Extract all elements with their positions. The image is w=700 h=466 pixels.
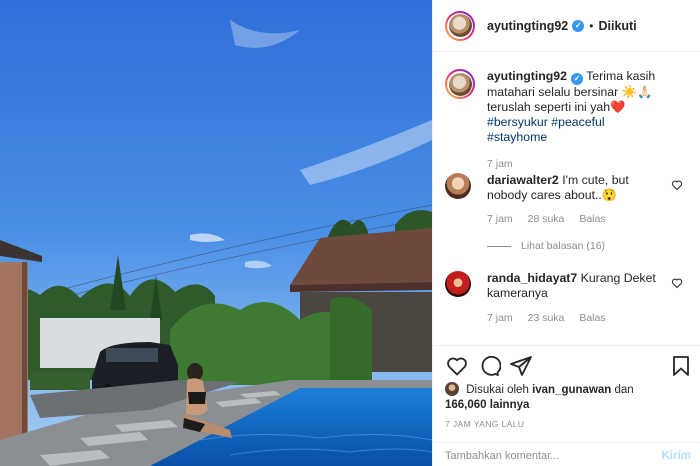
paper-plane-icon[interactable] — [509, 354, 533, 378]
verified-badge-icon: ✓ — [570, 73, 583, 85]
comment-like-count[interactable]: 23 suka — [528, 312, 565, 324]
caption-username[interactable]: ayutingting92 — [487, 69, 567, 83]
liked-by-summary: Disukai oleh ivan_gunawan dan 166,060 la… — [445, 382, 691, 413]
comment-time[interactable]: 7 jam — [487, 213, 513, 225]
post-sidebar: ayutingting92 ✓ • Diikuti ayutingting92 ✓… — [432, 0, 700, 466]
comment-time[interactable]: 7 jam — [487, 312, 513, 324]
liked-by-prefix: Disukai oleh — [466, 384, 529, 396]
comment-like-count[interactable]: 28 suka — [528, 213, 565, 225]
add-comment-bar: Kirim — [433, 442, 700, 466]
post-timestamp[interactable]: 7 JAM YANG LALU — [445, 419, 524, 429]
caption-text: ayutingting92 ✓ Terima kasih matahari sel… — [487, 69, 667, 145]
comment-like-heart-icon[interactable] — [671, 179, 683, 191]
post-actions-section: Disukai oleh ivan_gunawan dan 166,060 la… — [433, 345, 700, 465]
follow-status-button[interactable]: Diikuti — [598, 19, 636, 33]
pool-scene-image — [0, 0, 432, 466]
comments-list[interactable]: ayutingting92 ✓ Terima kasih matahari sel… — [433, 53, 700, 345]
caption-time[interactable]: 7 jam — [487, 158, 513, 170]
reply-button[interactable]: Balas — [579, 213, 605, 225]
caption-meta: 7 jam — [487, 158, 525, 170]
commenter-avatar[interactable] — [445, 173, 471, 199]
post-header: ayutingting92 ✓ • Diikuti — [433, 0, 700, 52]
comment-meta: 7 jam 28 suka Balas — [487, 213, 618, 225]
likes-count[interactable]: 166,060 lainnya — [445, 399, 529, 411]
comment-meta: 7 jam 23 suka Balas — [487, 312, 618, 324]
comment-bubble-icon[interactable] — [477, 354, 501, 378]
comment-input[interactable] — [445, 448, 645, 464]
liker-avatar[interactable] — [445, 382, 459, 396]
comment-text: randa_hidayat7 Kurang Deket kameranya — [487, 271, 667, 301]
verified-badge-icon: ✓ — [572, 19, 585, 32]
caption-author-avatar[interactable] — [445, 69, 475, 99]
hashtag-link[interactable]: #peaceful — [551, 115, 604, 129]
reply-button[interactable]: Balas — [579, 312, 605, 324]
liker-username[interactable]: ivan_gunawan — [532, 384, 611, 396]
view-replies-link[interactable]: Lihat balasan (16) — [487, 240, 605, 252]
post-photo[interactable] — [0, 0, 432, 466]
replies-divider-line — [487, 245, 511, 247]
view-replies-label[interactable]: Lihat balasan (16) — [521, 240, 605, 252]
liked-by-joiner: dan — [614, 384, 634, 396]
comment-item: randa_hidayat7 Kurang Deket kameranya 7 … — [445, 271, 693, 324]
separator-dot: • — [589, 18, 594, 33]
comment-text: dariawalter2 I'm cute, but nobody cares … — [487, 173, 667, 203]
bookmark-icon[interactable] — [669, 354, 693, 378]
author-avatar[interactable] — [445, 10, 475, 41]
hashtag-link[interactable]: #stayhome — [487, 130, 547, 144]
heart-icon[interactable] — [445, 354, 469, 378]
comment-like-heart-icon[interactable] — [671, 277, 683, 289]
comment-username[interactable]: dariawalter2 — [487, 173, 559, 187]
commenter-avatar[interactable] — [445, 271, 471, 297]
comment-username[interactable]: randa_hidayat7 — [487, 271, 577, 285]
comment-item: dariawalter2 I'm cute, but nobody cares … — [445, 173, 693, 225]
hashtag-link[interactable]: #bersyukur — [487, 115, 548, 129]
post-comment-button[interactable]: Kirim — [662, 450, 691, 462]
author-username[interactable]: ayutingting92 — [487, 19, 568, 33]
